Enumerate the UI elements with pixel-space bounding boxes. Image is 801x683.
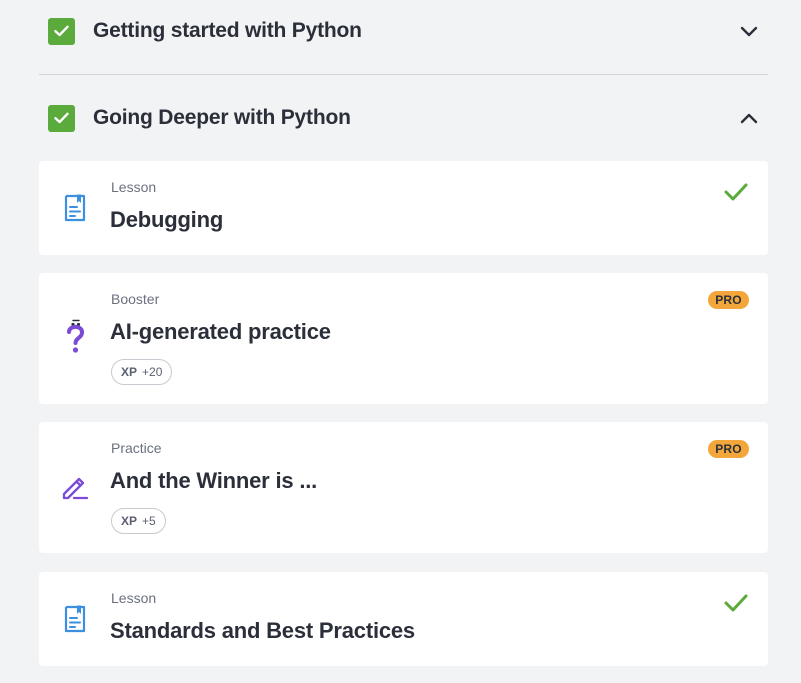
item-type-label: Lesson: [111, 590, 157, 606]
document-icon: [61, 603, 89, 635]
section-completed-checkbox-icon: [48, 17, 75, 45]
section-completed-checkbox-icon: [48, 104, 75, 132]
xp-value: +20: [142, 365, 163, 379]
xp-reward-pill: XP +20: [111, 359, 173, 385]
practice-card-winner[interactable]: Practice PRO And the Winner is ... XP +5: [39, 422, 768, 553]
item-title: Debugging: [110, 207, 224, 232]
completed-check-icon: [724, 181, 748, 203]
pro-badge: PRO: [708, 291, 749, 309]
item-title: And the Winner is ...: [110, 468, 318, 493]
lesson-card-standards[interactable]: Lesson Standards and Best Practices: [39, 572, 768, 666]
item-type-label: Lesson: [111, 179, 157, 195]
lesson-card-debugging[interactable]: Lesson Debugging: [39, 161, 768, 255]
xp-value: +5: [142, 514, 156, 528]
xp-label: XP: [121, 365, 138, 379]
document-icon: [61, 192, 89, 224]
completed-check-icon: [724, 592, 748, 614]
chevron-down-icon[interactable]: [738, 20, 760, 42]
section-header-going-deeper[interactable]: Going Deeper with Python: [39, 88, 768, 148]
item-title: Standards and Best Practices: [110, 618, 415, 643]
xp-reward-pill: XP +5: [111, 508, 166, 534]
item-type-label: Practice: [111, 440, 162, 456]
item-title: AI-generated practice: [110, 319, 331, 344]
item-type-label: Booster: [111, 291, 160, 307]
section-title: Going Deeper with Python: [93, 106, 351, 129]
question-mark-icon: [61, 319, 89, 353]
xp-label: XP: [121, 514, 138, 528]
booster-card-ai-practice[interactable]: Booster PRO AI-generated practice XP +20: [39, 273, 768, 404]
section-header-getting-started[interactable]: Getting started with Python: [39, 1, 768, 61]
section-divider: [39, 74, 768, 75]
pro-badge: PRO: [708, 440, 749, 458]
section-title: Getting started with Python: [93, 19, 362, 42]
chevron-up-icon[interactable]: [738, 107, 760, 129]
pencil-icon: [61, 471, 89, 503]
